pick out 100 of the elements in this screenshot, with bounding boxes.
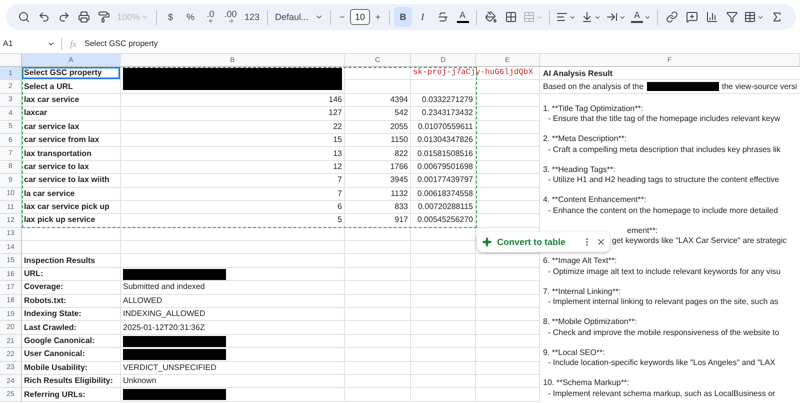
table-cell: 7 — [121, 188, 345, 201]
table-cell: Submitted and indexed — [121, 281, 345, 295]
table-cell: Google Canonical: — [22, 334, 121, 348]
bold-button[interactable]: B — [394, 7, 412, 27]
analysis-heading: 4. **Content Enhancement**: — [543, 195, 646, 206]
table-cell: 12 — [121, 160, 345, 174]
convert-to-table-button[interactable]: Convert to table — [482, 237, 566, 247]
analysis-text: - Check and improve the mobile responsiveness of the website to — [548, 328, 780, 338]
table-cell: 127 — [121, 107, 345, 121]
table-cell: car service from lax — [22, 134, 121, 148]
table-cell: lax car service pick up — [22, 200, 121, 214]
table-cell: Robots.txt: — [22, 294, 121, 308]
table-cell: 833 — [345, 200, 411, 214]
fx-label: fx — [70, 38, 76, 48]
table-cell: 5 — [121, 214, 345, 228]
analysis-heading: 3. **Heading Tags**: — [543, 164, 616, 176]
table-cell: sk-proj-j7aCjy-huG6ljdQbX — [411, 67, 540, 80]
analysis-heading: 6. **Image Alt Text**: — [543, 256, 617, 267]
table-cell: car service to lax wiith — [22, 174, 121, 188]
analysis-heading: 9. **Local SEO**: — [543, 348, 605, 358]
table-cell: 2025-01-12T20:31:36Z — [121, 321, 345, 335]
table-cell: Last Crawled: — [22, 321, 121, 335]
decrease-size-button[interactable]: − — [335, 7, 349, 27]
table-cell: 0.00545256270 — [411, 214, 476, 228]
table-cell: car service lax — [22, 120, 121, 134]
analysis-text: - Utilize H1 and H2 heading tags to structure the content effective — [548, 175, 780, 186]
table-cell: 13 — [121, 147, 345, 161]
analysis-text: - Implement relevant schema markup, such as LocalBusiness or — [548, 388, 776, 400]
font-select[interactable]: Defaul... — [272, 7, 326, 27]
table-cell: 542 — [345, 107, 411, 121]
table-cell: 146 — [121, 94, 345, 108]
table-cell: ALLOWED — [121, 294, 345, 308]
table-cell: AI Analysis Result — [540, 67, 800, 80]
increase-decimal-button[interactable]: .00 — [221, 7, 240, 27]
table-cell: 1766 — [345, 160, 411, 174]
table-cell: Coverage: — [22, 281, 121, 295]
table-cell: 22 — [121, 120, 345, 134]
analysis-heading: 1. **Title Tag Optimization**: — [543, 104, 644, 114]
table-cell: 0.01304347826 — [411, 134, 476, 148]
table-cell: Mobile Usability: — [22, 362, 121, 375]
table-cell: Select a URL — [22, 80, 121, 94]
table-cell: 822 — [345, 147, 411, 161]
table-cell: INDEXING_ALLOWED — [121, 308, 345, 322]
analysis-text: - Ensure that the title tag of the homepage includes relevant keyw — [548, 114, 780, 125]
analysis-text: get keywords like "LAX Car Service" are strategic — [612, 236, 787, 247]
analysis-text: - Optimize image alt text to include relevant keywords for any visu — [548, 266, 781, 278]
table-cell: 15 — [121, 134, 345, 148]
text-color-button[interactable]: A — [453, 7, 472, 27]
decrease-decimal-button[interactable]: .0 — [201, 7, 220, 27]
table-cell: 0.00177439797 — [411, 174, 476, 188]
analysis-heading: 8. **Mobile Optimization**: — [543, 317, 637, 328]
increase-size-button[interactable]: + — [371, 7, 385, 27]
formula-text: Select GSC property — [84, 39, 158, 48]
table-cell: 0.01581508516 — [411, 147, 476, 161]
table-cell: Rich Results Eligibility: — [22, 374, 121, 388]
table-cell: 6 — [121, 200, 345, 214]
analysis-text: - Craft a compelling meta description that includes key phrases lik — [548, 144, 781, 156]
table-cell: 0.00720288115 — [411, 200, 476, 214]
analysis-text: Based on the analysis of the — [543, 82, 644, 92]
analysis-text: - Enhance the content on the homepage to include more detailed — [548, 206, 778, 216]
table-cell: 0.00679501698 — [411, 160, 476, 174]
table-cell: 0.00618374558 — [411, 188, 476, 201]
analysis-text: the view-source versi — [722, 82, 797, 92]
name-box[interactable]: A1 — [0, 38, 62, 50]
table-cell: Referring URLs: — [22, 388, 121, 402]
analysis-heading: 10. **Schema Markup**: — [543, 378, 630, 389]
table-cell: Indexing State: — [22, 308, 121, 322]
table-cell: 0.01070559611 — [411, 120, 476, 134]
table-cell: car service to lax — [22, 160, 121, 174]
font-size-field[interactable]: 10 — [350, 9, 370, 25]
table-cell: 4394 — [345, 94, 411, 108]
table-cell: 7 — [121, 174, 345, 188]
table-cell: Unknown — [121, 374, 345, 388]
table-cell: lax transportation — [22, 147, 121, 161]
analysis-heading: 2. **Meta Description**: — [543, 134, 627, 145]
currency-button[interactable]: $ — [161, 7, 180, 27]
table-cell: laxcar — [22, 107, 121, 121]
table-cell: Select GSC property — [22, 67, 121, 80]
number-format-button[interactable]: 123 — [241, 7, 263, 27]
italic-button[interactable]: I — [413, 7, 432, 27]
table-cell: 1132 — [345, 188, 411, 201]
table-cell: lax car service — [22, 94, 121, 108]
table-cell: 917 — [345, 214, 411, 228]
cell-reference: A1 — [3, 39, 13, 48]
table-cell: 1150 — [345, 134, 411, 148]
table-cell: Inspection Results — [22, 254, 121, 268]
percent-button[interactable]: % — [181, 7, 200, 27]
table-cell: 0.0332271279 — [411, 94, 476, 108]
table-cell: User Canonical: — [22, 348, 121, 362]
table-cell: VERDICT_UNSPECIFIED — [121, 362, 345, 375]
analysis-text: - Include location-specific keywords like "Los Angeles" and "LAX — [548, 358, 776, 369]
table-cell: URL: — [22, 268, 121, 282]
rotate-button[interactable]: A — [629, 7, 653, 27]
table-cell: 2055 — [345, 120, 411, 134]
table-cell: 0.2343173432 — [411, 107, 476, 121]
analysis-heading: ement**: — [627, 226, 658, 236]
analysis-heading: 7. **Internal Linking**: — [543, 286, 621, 298]
table-cell: 3945 — [345, 174, 411, 188]
table-cell: la car service — [22, 188, 121, 201]
table-cell: lax pick up service — [22, 214, 121, 228]
